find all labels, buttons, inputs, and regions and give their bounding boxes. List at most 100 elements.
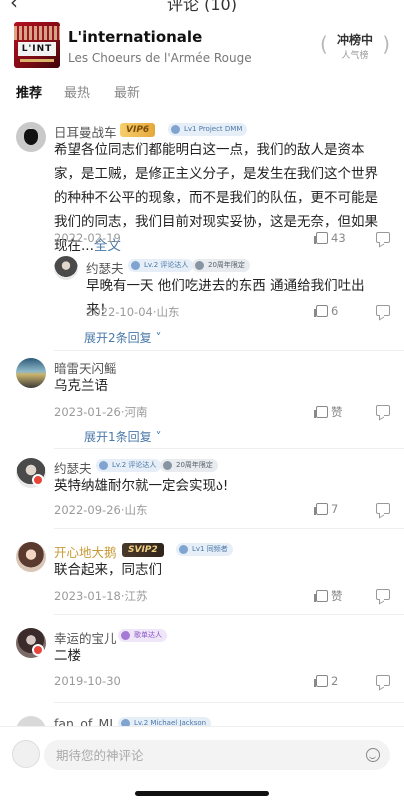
thumb-up-icon <box>314 590 328 602</box>
tag-label: Lv1 Project DMM <box>184 125 243 133</box>
tab-newest[interactable]: 最新 <box>114 82 140 101</box>
verified-badge-icon <box>32 474 44 486</box>
album-cover-text: L'INT <box>18 42 56 56</box>
reply-date: 2022-10-04 <box>86 305 153 319</box>
user-tag[interactable]: Lv1 Project DMM <box>168 123 248 136</box>
tag-icon <box>171 125 180 134</box>
svip-badge[interactable]: SVIP2 <box>122 543 164 557</box>
like-button[interactable]: 赞 <box>314 404 343 420</box>
expand-replies-link[interactable]: 展开2条回复 ˅ <box>84 329 161 346</box>
reply-meta: 2022-10-04·山东 <box>86 305 180 319</box>
tag-icon <box>179 545 188 554</box>
thumb-up-icon <box>314 675 328 687</box>
comment-meta: 2023-01-26·河南 <box>54 405 148 419</box>
tag-label: 歌单达人 <box>134 631 162 639</box>
reply-icon[interactable] <box>376 405 390 416</box>
user-tag[interactable]: Lv.2 评论达人 <box>128 259 194 272</box>
rank-badge[interactable]: ( 冲榜中 人气榜 ) <box>320 30 390 64</box>
tag-label: 20周年限定 <box>208 261 245 269</box>
smile-icon[interactable] <box>366 748 380 762</box>
tag-icon <box>121 631 130 640</box>
chevron-down-icon: ˅ <box>151 430 162 444</box>
user-tag[interactable]: Lv1 同频者 <box>176 543 233 556</box>
rank-sub-label: 人气榜 <box>341 51 369 61</box>
thumb-up-icon <box>314 305 328 317</box>
comment-location: 江苏 <box>124 589 148 603</box>
user-tag[interactable]: 歌单达人 <box>118 629 167 642</box>
like-button[interactable]: 6 <box>314 304 339 320</box>
comment-date: 2022-09-26 <box>54 503 121 517</box>
laurel-right-icon: ) <box>382 32 390 56</box>
avatar[interactable] <box>16 358 46 388</box>
like-label: 赞 <box>331 405 343 419</box>
home-indicator <box>135 791 269 796</box>
album-cover[interactable]: L'INT <box>14 22 60 68</box>
like-button[interactable]: 2 <box>314 674 339 690</box>
tab-hottest[interactable]: 最热 <box>64 82 90 101</box>
comment-date: 2023-01-26 <box>54 405 121 419</box>
like-count: 2 <box>331 674 339 688</box>
comment-input-box[interactable] <box>44 740 390 770</box>
tag-icon <box>99 461 108 470</box>
tag-label: Lv.2 评论达人 <box>144 261 189 269</box>
user-tag[interactable]: Lv.2 评论达人 <box>96 459 162 472</box>
chevron-down-icon: ˅ <box>151 331 162 345</box>
expand-label: 展开1条回复 <box>84 430 152 444</box>
user-tag[interactable]: 20周年限定 <box>160 459 218 472</box>
tag-label: Lv1 同频者 <box>192 545 228 553</box>
rank-label: 冲榜中 <box>336 33 373 47</box>
tag-icon <box>163 461 172 470</box>
divider <box>54 702 404 703</box>
comment-text: 二楼 <box>54 648 81 664</box>
tag-icon <box>131 261 140 270</box>
tag-icon <box>195 261 204 270</box>
vip-badge[interactable]: VIP6 <box>120 123 156 137</box>
comment-location: 河南 <box>124 405 148 419</box>
sort-tabs: 推荐 最热 最新 <box>0 82 404 106</box>
reply-avatar[interactable] <box>54 256 78 280</box>
avatar[interactable] <box>16 122 46 152</box>
like-button[interactable]: 7 <box>314 502 339 518</box>
like-count: 6 <box>331 304 339 318</box>
reply-icon[interactable] <box>376 503 390 514</box>
comment-text: 英特纳雄耐尔就一定会实现ა! <box>54 478 229 494</box>
song-artist[interactable]: Les Choeurs de l'Armée Rouge <box>68 51 252 65</box>
tab-recommended[interactable]: 推荐 <box>16 82 42 101</box>
like-button[interactable]: 赞 <box>314 588 343 604</box>
tag-label: 20周年限定 <box>176 461 213 469</box>
reply-icon[interactable] <box>376 589 390 600</box>
expand-replies-link[interactable]: 展开1条回复 ˅ <box>84 428 161 445</box>
comment-meta: 2023-01-18·江苏 <box>54 589 148 603</box>
comment-location: 山东 <box>124 503 148 517</box>
comment-date: 2022-02-19 <box>54 231 121 245</box>
reply-icon[interactable] <box>376 305 390 316</box>
comment-date: 2019-10-30 <box>54 674 121 688</box>
verified-badge-icon <box>32 644 44 656</box>
like-count: 43 <box>331 231 346 245</box>
top-bar: ‹ 评论 (10) <box>0 0 404 12</box>
song-header[interactable]: L'INT L'internationale Les Choeurs de l'… <box>0 16 404 74</box>
comment-input[interactable] <box>56 740 346 770</box>
thumb-up-icon <box>314 503 328 515</box>
like-button[interactable]: 43 <box>314 231 346 247</box>
reply-icon[interactable] <box>376 232 390 243</box>
my-avatar[interactable] <box>12 740 40 768</box>
avatar[interactable] <box>16 542 46 572</box>
comment-text: 联合起来，同志们 <box>54 562 162 578</box>
comment-meta: 2022-09-26·山东 <box>54 503 148 517</box>
reply-location: 山东 <box>156 305 180 319</box>
reply-icon[interactable] <box>376 675 390 686</box>
comment-date: 2023-01-18 <box>54 589 121 603</box>
user-tag[interactable]: 20周年限定 <box>192 259 250 272</box>
page-title: 评论 (10) <box>167 0 237 12</box>
divider <box>54 350 404 351</box>
song-title: L'internationale <box>68 28 203 46</box>
expand-label: 展开2条回复 <box>84 331 152 345</box>
like-label: 赞 <box>331 589 343 603</box>
tag-label: Lv.2 评论达人 <box>112 461 157 469</box>
like-count: 7 <box>331 502 339 516</box>
thumb-up-icon <box>314 406 328 418</box>
comment-text: 乌克兰语 <box>54 378 108 394</box>
divider <box>54 528 404 529</box>
divider <box>54 448 404 449</box>
